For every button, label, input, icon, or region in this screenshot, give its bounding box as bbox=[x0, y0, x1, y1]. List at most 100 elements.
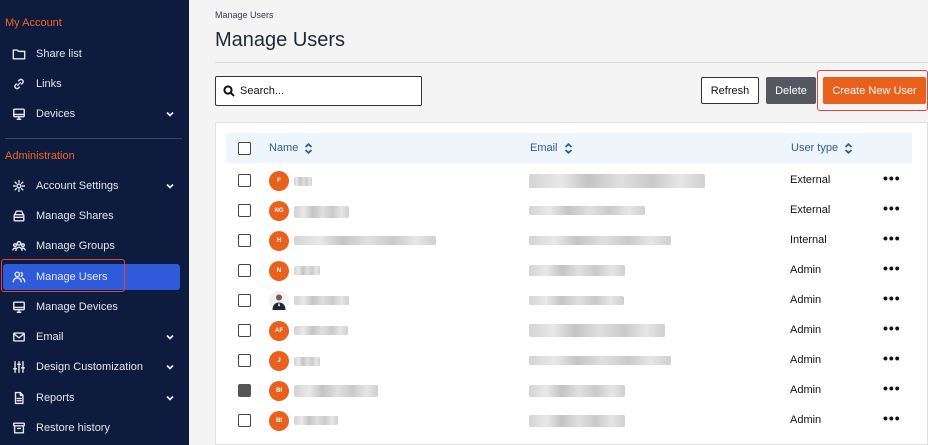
sidebar: My Account Share list Links Devices Admi… bbox=[0, 0, 189, 445]
sidebar-item-label: Email bbox=[36, 331, 64, 343]
avatar: F bbox=[269, 171, 289, 191]
sidebar-item-label: Share list bbox=[36, 48, 82, 60]
sidebar-item-manage-groups[interactable]: Manage Groups bbox=[0, 233, 189, 259]
sidebar-item-label: Account Settings bbox=[36, 180, 119, 192]
folder-icon bbox=[11, 46, 27, 62]
more-actions-icon[interactable]: ••• bbox=[883, 320, 901, 336]
chevron-down-icon[interactable] bbox=[165, 332, 175, 342]
sidebar-item-label: Links bbox=[36, 78, 62, 90]
breadcrumb[interactable]: Manage Users bbox=[215, 10, 274, 20]
delete-button[interactable]: Delete bbox=[766, 77, 816, 104]
email-redacted bbox=[529, 296, 624, 305]
manage-users-highlight bbox=[1, 259, 125, 292]
more-actions-icon[interactable]: ••• bbox=[883, 230, 901, 246]
table-row[interactable]: J Admin ••• bbox=[216, 346, 927, 376]
user-type: Admin bbox=[790, 294, 822, 306]
row-checkbox[interactable] bbox=[238, 264, 251, 277]
sidebar-item-label: Restore history bbox=[36, 422, 110, 434]
report-icon bbox=[11, 390, 27, 406]
row-checkbox[interactable] bbox=[238, 324, 251, 337]
chevron-down-icon[interactable] bbox=[165, 109, 175, 119]
email-redacted bbox=[529, 385, 625, 397]
column-header-name[interactable]: Name bbox=[269, 142, 313, 154]
row-checkbox[interactable] bbox=[238, 354, 251, 367]
more-actions-icon[interactable]: ••• bbox=[883, 290, 901, 306]
name-redacted bbox=[294, 326, 348, 335]
table-header: Name Email User type bbox=[226, 133, 912, 163]
user-type: External bbox=[790, 174, 831, 186]
page-title: Manage Users bbox=[215, 29, 346, 51]
sidebar-item-devices[interactable]: Devices bbox=[0, 101, 189, 127]
search-input[interactable] bbox=[240, 85, 410, 97]
table-row[interactable]: H Internal ••• bbox=[216, 226, 927, 256]
sidebar-divider bbox=[5, 138, 182, 139]
section-title-administration: Administration bbox=[5, 150, 75, 162]
sidebar-item-label: Manage Groups bbox=[36, 240, 115, 252]
sidebar-item-restore-history[interactable]: Restore history bbox=[0, 415, 189, 441]
email-redacted bbox=[529, 174, 705, 188]
users-table: Name Email User type F External ••• NG E… bbox=[215, 122, 928, 445]
name-redacted bbox=[294, 385, 378, 397]
row-checkbox[interactable] bbox=[238, 414, 251, 427]
more-actions-icon[interactable]: ••• bbox=[883, 170, 901, 186]
more-actions-icon[interactable]: ••• bbox=[883, 380, 901, 396]
sliders-icon bbox=[11, 359, 27, 375]
sidebar-item-label: Reports bbox=[36, 392, 75, 404]
sidebar-item-links[interactable]: Links bbox=[0, 71, 189, 97]
email-redacted bbox=[529, 206, 645, 215]
refresh-button[interactable]: Refresh bbox=[701, 77, 759, 104]
email-redacted bbox=[529, 265, 625, 276]
row-checkbox[interactable] bbox=[238, 204, 251, 217]
title-divider bbox=[215, 62, 928, 63]
table-row[interactable]: N Admin ••• bbox=[216, 256, 927, 286]
row-checkbox[interactable] bbox=[238, 294, 251, 307]
name-redacted bbox=[294, 206, 349, 218]
row-checkbox[interactable] bbox=[238, 384, 251, 397]
name-redacted bbox=[294, 236, 436, 245]
email-redacted bbox=[529, 236, 671, 245]
chevron-down-icon[interactable] bbox=[165, 181, 175, 191]
sidebar-item-reports[interactable]: Reports bbox=[0, 385, 189, 411]
search-box[interactable] bbox=[215, 76, 422, 106]
chevron-down-icon[interactable] bbox=[165, 362, 175, 372]
table-row[interactable]: BI Admin ••• bbox=[216, 376, 927, 406]
sidebar-item-email[interactable]: Email bbox=[0, 324, 189, 350]
table-row[interactable]: BI Admin ••• bbox=[216, 406, 927, 436]
avatar: BI bbox=[269, 381, 289, 401]
select-all-checkbox[interactable] bbox=[238, 142, 251, 155]
link-icon bbox=[11, 76, 27, 92]
sidebar-item-manage-shares[interactable]: Manage Shares bbox=[0, 203, 189, 229]
sort-icon bbox=[305, 142, 313, 154]
user-type: Internal bbox=[790, 234, 827, 246]
sort-icon bbox=[844, 142, 853, 154]
column-header-email[interactable]: Email bbox=[530, 142, 573, 154]
avatar: AF bbox=[269, 321, 289, 341]
name-redacted bbox=[294, 357, 320, 366]
more-actions-icon[interactable]: ••• bbox=[883, 350, 901, 366]
more-actions-icon[interactable]: ••• bbox=[883, 200, 901, 216]
section-title-my-account: My Account bbox=[5, 17, 62, 29]
user-type: Admin bbox=[790, 384, 822, 396]
sort-icon bbox=[564, 142, 572, 154]
more-actions-icon[interactable]: ••• bbox=[883, 260, 901, 276]
sidebar-item-account-settings[interactable]: Account Settings bbox=[0, 173, 189, 199]
sidebar-item-label: Design Customization bbox=[36, 361, 143, 373]
user-type: Admin bbox=[790, 324, 822, 336]
more-actions-icon[interactable]: ••• bbox=[883, 410, 901, 426]
row-checkbox[interactable] bbox=[238, 234, 251, 247]
table-row[interactable]: NG External ••• bbox=[216, 196, 927, 226]
row-checkbox[interactable] bbox=[238, 174, 251, 187]
chevron-down-icon[interactable] bbox=[165, 393, 175, 403]
table-row[interactable]: AF Admin ••• bbox=[216, 316, 927, 346]
archive-icon bbox=[11, 420, 27, 436]
sidebar-item-share-list[interactable]: Share list bbox=[0, 41, 189, 67]
table-row[interactable]: Admin ••• bbox=[216, 286, 927, 316]
column-header-user-type[interactable]: User type bbox=[791, 142, 853, 154]
avatar: NG bbox=[269, 201, 289, 221]
share-drive-icon bbox=[11, 208, 27, 224]
sidebar-item-design-customization[interactable]: Design Customization bbox=[0, 354, 189, 380]
monitor-icon bbox=[11, 106, 27, 122]
table-row[interactable]: F External ••• bbox=[216, 166, 927, 196]
avatar: H bbox=[269, 231, 289, 251]
sidebar-item-manage-devices[interactable]: Manage Devices bbox=[0, 294, 189, 320]
